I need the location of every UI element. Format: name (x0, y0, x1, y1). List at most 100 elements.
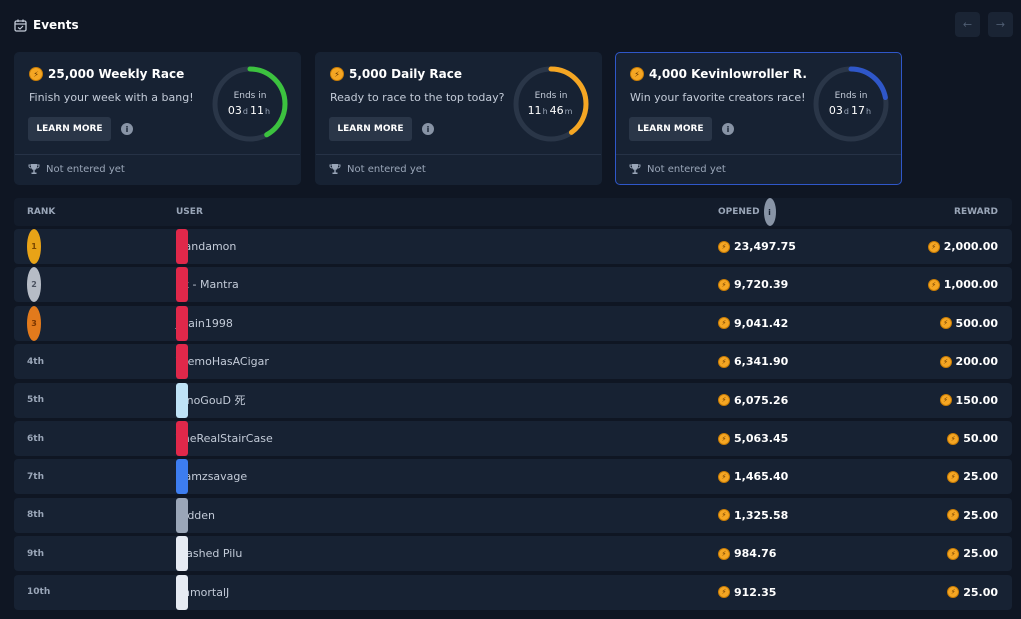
entry-status: Not entered yet (28, 163, 125, 175)
user-cell[interactable]: Damzsavage (176, 459, 247, 495)
opened-amount: 912.35 (734, 585, 777, 599)
table-row[interactable]: 7th Damzsavage ⚡ 1,465.40 ⚡ 25.00 (14, 459, 1012, 495)
learn-more-button[interactable]: LEARN MORE (329, 117, 412, 141)
page-title: Events (33, 18, 79, 32)
event-subtitle: Ready to race to the top today? (330, 91, 505, 104)
countdown: Ends in 11h 46m (511, 64, 591, 144)
user-cell[interactable]: Hidden (176, 497, 215, 533)
info-icon[interactable]: i (121, 123, 133, 135)
learn-more-button[interactable]: LEARN MORE (28, 117, 111, 141)
countdown-time: 03d 17h (828, 104, 872, 117)
opened-amount: 9,720.39 (734, 278, 789, 292)
event-title: ⚡ 25,000 Weekly Race (29, 67, 184, 81)
coin-icon: ⚡ (718, 547, 730, 560)
opened-cell: ⚡ 23,497.75 (718, 229, 796, 264)
rank-medal-icon: 2 (27, 267, 41, 303)
user-cell[interactable]: Pk - Mantra (176, 267, 239, 303)
info-icon[interactable]: i (422, 123, 434, 135)
user-cell[interactable]: TeemoHasACigar (176, 344, 269, 380)
opened-amount: 9,041.42 (734, 316, 789, 330)
countdown: Ends in 03d 11h (210, 64, 290, 144)
user-cell[interactable]: Jtrain1998 (176, 305, 233, 341)
calendar-check-icon (14, 19, 27, 32)
avatar (176, 305, 188, 341)
user-cell[interactable]: ImmortalJ (176, 574, 229, 610)
avatar (176, 344, 188, 380)
opened-cell: ⚡ 9,041.42 (718, 306, 788, 341)
ends-in-label: Ends in (834, 91, 868, 101)
coin-icon: ⚡ (939, 355, 952, 368)
reward-amount: 25.00 (963, 547, 998, 561)
learn-more-button[interactable]: LEARN MORE (629, 117, 712, 141)
reward-cell: ⚡ 50.00 (947, 421, 998, 456)
table-row[interactable]: 10th ImmortalJ ⚡ 912.35 ⚡ 25.00 (14, 574, 1012, 610)
table-row[interactable]: 9th Washed Pilu ⚡ 984.76 ⚡ 25.00 (14, 536, 1012, 572)
user-cell[interactable]: TheRealStairCase (176, 421, 273, 456)
arrow-right-icon: → (995, 18, 1006, 31)
event-title-text: 4,000 Kevinlowroller R... (649, 67, 808, 81)
event-card[interactable]: ⚡ 4,000 Kevinlowroller R... Win your fav… (615, 52, 902, 185)
user-cell[interactable]: Washed Pilu (176, 536, 242, 572)
opened-amount: 6,075.26 (734, 393, 789, 407)
avatar (176, 421, 188, 456)
avatar (176, 459, 188, 495)
prev-button[interactable]: ← (955, 12, 980, 37)
coin-icon: ⚡ (718, 240, 730, 253)
trophy-icon (629, 164, 641, 174)
reward-cell: ⚡ 25.00 (947, 459, 998, 494)
reward-header: REWARD (954, 207, 998, 217)
coin-icon: ⚡ (330, 67, 344, 81)
opened-amount: 23,497.75 (734, 240, 796, 253)
table-row[interactable]: 2 Pk - Mantra ⚡ 9,720.39 ⚡ 1,000.00 (14, 267, 1012, 303)
coin-icon: ⚡ (29, 67, 43, 81)
opened-cell: ⚡ 984.76 (718, 536, 776, 571)
reward-cell: ⚡ 25.00 (947, 498, 998, 533)
reward-amount: 500.00 (955, 316, 998, 330)
opened-cell: ⚡ 9,720.39 (718, 267, 788, 302)
ends-in-label: Ends in (534, 91, 568, 101)
reward-amount: 2,000.00 (943, 240, 998, 253)
coin-icon: ⚡ (927, 278, 940, 291)
table-row[interactable]: 5th iZnoGouD 死 ⚡ 6,075.26 ⚡ 150.00 (14, 382, 1012, 418)
opened-amount: 1,325.58 (734, 508, 789, 522)
entry-status: Not entered yet (329, 163, 426, 175)
reward-amount: 25.00 (963, 470, 998, 484)
rank-text: 5th (27, 395, 44, 406)
avatar (176, 497, 188, 533)
reward-amount: 25.00 (963, 508, 998, 522)
table-row[interactable]: 3 Jtrain1998 ⚡ 9,041.42 ⚡ 500.00 (14, 305, 1012, 341)
info-icon[interactable]: i (722, 123, 734, 135)
event-card[interactable]: ⚡ 5,000 Daily Race Ready to race to the … (315, 52, 602, 185)
rank-text: 4th (27, 356, 44, 367)
user-cell[interactable]: iZnoGouD 死 (176, 382, 246, 418)
user-cell[interactable]: Gandamon (176, 229, 236, 264)
next-button[interactable]: → (988, 12, 1013, 37)
table-row[interactable]: 4th TeemoHasACigar ⚡ 6,341.90 ⚡ 200.00 (14, 344, 1012, 380)
divider (616, 154, 901, 155)
rank-text: 7th (27, 471, 44, 482)
reward-cell: ⚡ 500.00 (939, 306, 998, 341)
reward-cell: ⚡ 1,000.00 (927, 267, 998, 302)
table-row[interactable]: 8th Hidden ⚡ 1,325.58 ⚡ 25.00 (14, 497, 1012, 533)
trophy-icon (28, 164, 40, 174)
rank-header: RANK (27, 207, 56, 217)
coin-icon: ⚡ (718, 470, 730, 483)
rank-cell: 9th (27, 536, 44, 571)
carousel-nav: ← → (955, 12, 1013, 37)
opened-cell: ⚡ 6,075.26 (718, 383, 788, 418)
opened-amount: 5,063.45 (734, 432, 789, 445)
opened-cell: ⚡ 1,325.58 (718, 498, 788, 533)
entry-status-text: Not entered yet (347, 163, 426, 175)
table-row[interactable]: 6th TheRealStairCase ⚡ 5,063.45 ⚡ 50.00 (14, 421, 1012, 456)
table-row[interactable]: 1 Gandamon ⚡ 23,497.75 ⚡ 2,000.00 (14, 229, 1012, 264)
opened-amount: 6,341.90 (734, 355, 789, 369)
rank-medal-icon: 3 (27, 305, 41, 341)
reward-amount: 50.00 (963, 432, 998, 445)
avatar (176, 267, 188, 303)
avatar (176, 229, 188, 264)
info-icon[interactable]: i (763, 198, 776, 226)
event-card[interactable]: ⚡ 25,000 Weekly Race Finish your week wi… (14, 52, 301, 185)
rank-text: 9th (27, 548, 44, 559)
events-header: Events (14, 16, 79, 34)
event-subtitle: Win your favorite creators race! (630, 91, 806, 104)
